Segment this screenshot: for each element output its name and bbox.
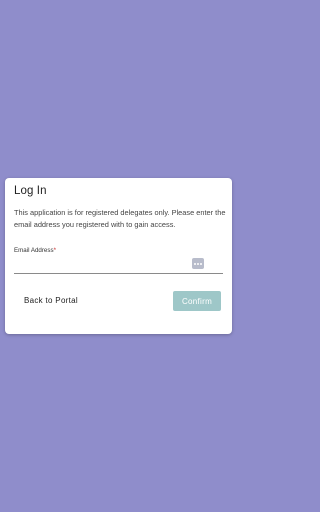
confirm-button[interactable]: Confirm — [173, 291, 221, 311]
login-page: { "login": { "title": "Log In", "descrip… — [0, 0, 237, 512]
email-underline — [14, 273, 223, 274]
back-to-portal-button[interactable]: Back to Portal — [16, 290, 86, 310]
email-label-text: Email Address — [14, 247, 54, 254]
required-asterisk: * — [53, 247, 56, 254]
login-title: Log In — [14, 185, 47, 197]
login-description: This application is for registered deleg… — [14, 208, 226, 229]
email-label: Email Address* — [14, 247, 56, 254]
email-input[interactable] — [14, 256, 204, 272]
email-field: Email Address* — [14, 246, 223, 274]
password-manager-icon[interactable] — [192, 258, 204, 269]
login-card: Log In This application is for registere… — [5, 178, 232, 334]
